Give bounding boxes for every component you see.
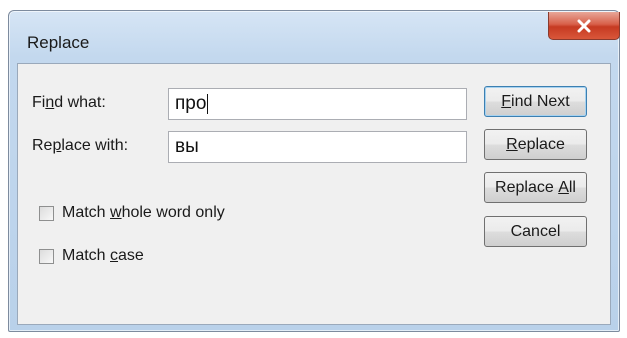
replace-dialog: Replace Find what: про Replace with: вы …: [8, 10, 620, 332]
close-icon: [577, 19, 591, 32]
checkbox-box[interactable]: [39, 205, 54, 221]
replace-all-button[interactable]: Replace All: [484, 172, 587, 203]
close-button[interactable]: [548, 12, 620, 40]
dialog-client-area: Find what: про Replace with: вы Match wh…: [17, 63, 611, 325]
find-next-button[interactable]: Find Next: [484, 86, 587, 117]
replace-with-label: Replace with:: [32, 137, 129, 154]
dialog-title: Replace: [27, 33, 90, 52]
match-whole-word-label: Match whole word only: [62, 204, 225, 221]
find-what-label: Find what:: [32, 94, 106, 111]
cancel-button[interactable]: Cancel: [484, 216, 587, 247]
match-case-label: Match case: [62, 247, 144, 264]
replace-button[interactable]: Replace: [484, 129, 587, 160]
replace-with-input[interactable]: вы: [168, 131, 467, 163]
match-case-checkbox[interactable]: Match case: [39, 247, 144, 265]
match-whole-word-checkbox[interactable]: Match whole word only: [39, 204, 225, 222]
checkbox-box[interactable]: [39, 248, 54, 264]
text-caret: [207, 94, 209, 114]
find-what-input[interactable]: про: [168, 88, 467, 120]
